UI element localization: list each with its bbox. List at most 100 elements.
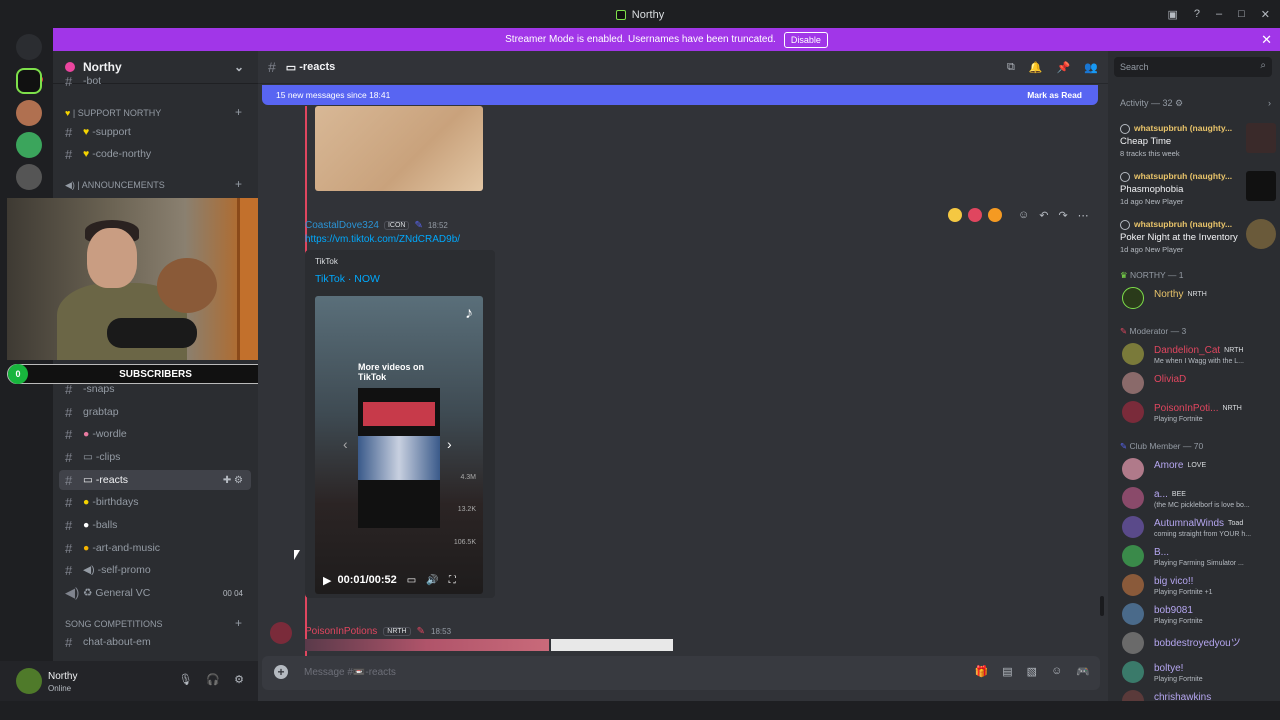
image-attachment[interactable]: [315, 106, 483, 191]
fullscreen-icon[interactable]: ⛶: [449, 575, 456, 586]
channel-birthdays[interactable]: # ● -birthdays: [59, 492, 251, 512]
member-item[interactable]: PoisonInPoti... NRTH Playing Fortnite: [1122, 401, 1280, 429]
member-item[interactable]: OliviaD: [1122, 372, 1280, 400]
channel-settings-icon[interactable]: ✚ ⚙: [223, 475, 243, 486]
activity-card[interactable]: whatsupbruh (naughty... Cheap Time 8 track…: [1120, 123, 1276, 167]
channel-reacts[interactable]: # ▭ -reacts ✚ ⚙: [59, 470, 251, 490]
heart-emoji-icon[interactable]: [968, 208, 982, 222]
message-input[interactable]: Message #📼-reacts: [304, 667, 396, 678]
chevron-right-icon[interactable]: ›: [1268, 98, 1271, 108]
microphone-icon[interactable]: 🎙: [178, 673, 192, 686]
channel-code-northy[interactable]: # ♥ -code-northy: [59, 144, 251, 164]
channel-wordle[interactable]: # ● -wordle: [59, 424, 251, 444]
sticker-icon[interactable]: ▧: [1027, 665, 1037, 678]
disable-streamer-mode-button[interactable]: Disable: [783, 31, 828, 48]
member-item[interactable]: bob9081 Playing Fortnite: [1122, 603, 1280, 631]
add-channel-icon[interactable]: +: [235, 177, 242, 191]
member-list-icon[interactable]: 👥: [1084, 61, 1098, 74]
streamer-face: [87, 228, 137, 288]
image-attachment[interactable]: [305, 639, 549, 651]
new-messages-bar[interactable]: 15 new messages since 18:41 Mark as Read: [262, 85, 1098, 105]
channel-self-promo[interactable]: # ◀) -self-promo: [59, 560, 251, 580]
channel-clips[interactable]: # ▭ -clips: [59, 447, 251, 467]
maximize-button[interactable]: □: [1238, 8, 1245, 21]
settings-icon[interactable]: ⚙: [234, 673, 244, 686]
member-item[interactable]: big vico!! Playing Fortnite +1: [1122, 574, 1280, 602]
channel-grabtap[interactable]: # grabtap: [59, 402, 251, 422]
avatar[interactable]: [16, 668, 42, 694]
message-author[interactable]: PoisonInPotions: [305, 626, 377, 637]
server-folder-icon[interactable]: [16, 164, 42, 190]
scrollbar[interactable]: [1100, 596, 1104, 616]
video-player[interactable]: ♪ More videos on TikTok ‹ › 4.3M 13.2K 1…: [315, 296, 483, 594]
mark-as-read-button[interactable]: Mark as Read: [1027, 90, 1082, 100]
chevron-left-icon[interactable]: ‹: [343, 436, 348, 452]
close-banner-icon[interactable]: ✕: [1261, 32, 1272, 48]
fire-emoji-icon[interactable]: [988, 208, 1002, 222]
more-icon[interactable]: ⋯: [1078, 209, 1089, 222]
member-item[interactable]: boltye! Playing Fortnite: [1122, 661, 1280, 689]
activity-card[interactable]: whatsupbruh (naughty... Poker Night at th…: [1120, 219, 1276, 263]
video-card[interactable]: [358, 388, 440, 528]
member-item[interactable]: AutumnalWinds Toad coming straight from YO…: [1122, 516, 1280, 544]
discord-home-icon[interactable]: [16, 34, 42, 60]
member-item[interactable]: a... BEE (the MC picklelborf is love bo...: [1122, 487, 1280, 515]
inbox-icon[interactable]: ▣: [1167, 8, 1177, 21]
reply-icon[interactable]: ↶: [1039, 209, 1048, 222]
help-icon[interactable]: ?: [1194, 8, 1200, 21]
gif-icon[interactable]: ▤: [1002, 665, 1012, 678]
image-attachments[interactable]: [305, 639, 673, 651]
search-input[interactable]: Search ⌕: [1114, 57, 1272, 77]
message-author[interactable]: CoastalDove324: [305, 220, 379, 231]
hash-icon: #: [65, 449, 73, 465]
apps-icon[interactable]: 🎮: [1076, 665, 1090, 678]
laughing-emoji-icon[interactable]: [948, 208, 962, 222]
emoji-icon[interactable]: ☺: [1051, 665, 1062, 678]
pin-icon[interactable]: 📌: [1057, 61, 1071, 74]
server-icon[interactable]: [16, 132, 42, 158]
bell-icon[interactable]: 🔔: [1029, 61, 1043, 74]
category-announcements[interactable]: ◀) | ANNOUNCEMENTS +: [65, 177, 242, 191]
channel-balls[interactable]: # ● -balls: [59, 515, 251, 535]
user-panel: Northy Online 🎙 🎧 ⚙: [0, 661, 258, 701]
forward-icon[interactable]: ↷: [1058, 209, 1067, 222]
member-item[interactable]: chrishawkins: [1122, 690, 1280, 701]
hash-icon: #: [65, 426, 73, 442]
category-song-competitions[interactable]: SONG COMPETITIONS +: [65, 616, 242, 630]
member-item[interactable]: Dandelion_Cat NRTH Me when I Wagg with the…: [1122, 343, 1280, 371]
server-icon[interactable]: [16, 100, 42, 126]
embed-title[interactable]: TikTok · NOW: [315, 273, 380, 285]
minimize-button[interactable]: –: [1216, 8, 1222, 21]
status-icon: [1120, 124, 1130, 134]
chevron-right-icon[interactable]: ›: [447, 436, 452, 452]
gift-icon[interactable]: 🎁: [975, 665, 989, 678]
member-item[interactable]: Northy NRTH: [1122, 287, 1280, 315]
add-reaction-icon[interactable]: ☺: [1018, 209, 1029, 222]
close-window-button[interactable]: ✕: [1261, 8, 1270, 21]
play-icon[interactable]: ▶: [323, 574, 331, 587]
member-item[interactable]: B... Playing Farming Simulator ...: [1122, 545, 1280, 573]
channel-bot[interactable]: # -bot: [59, 75, 251, 87]
add-channel-icon[interactable]: +: [235, 616, 242, 630]
image-attachment[interactable]: [551, 639, 673, 651]
captions-icon[interactable]: ▭: [407, 575, 416, 586]
member-item[interactable]: bobdestroyedyouツ: [1122, 632, 1280, 660]
message-link[interactable]: https://vm.tiktok.com/ZNdCRAD9b/: [305, 234, 460, 245]
category-support[interactable]: ♥ | SUPPORT NORTHY +: [65, 105, 242, 119]
add-attachment-icon[interactable]: +: [274, 665, 288, 679]
member-item[interactable]: Amore LOVE: [1122, 458, 1280, 486]
avatar[interactable]: [270, 622, 292, 644]
add-channel-icon[interactable]: +: [235, 105, 242, 119]
server-icon-northy[interactable]: [16, 68, 42, 94]
channel-chat-about-em[interactable]: # chat-about-em: [59, 632, 251, 652]
headphones-icon[interactable]: 🎧: [206, 673, 220, 686]
activity-header[interactable]: Activity — 32 ⚙ ›: [1120, 98, 1271, 109]
channel-art-and-music[interactable]: # ● -art-and-music: [59, 538, 251, 558]
hash-icon: #: [65, 540, 73, 556]
message-composer[interactable]: + Message #📼-reacts 🎁 ▤ ▧ ☺ 🎮: [262, 656, 1100, 690]
channel-support[interactable]: # ♥ -support: [59, 122, 251, 142]
volume-icon[interactable]: 🔊: [426, 575, 438, 586]
threads-icon[interactable]: ⧉: [1007, 61, 1015, 74]
voice-channel-general[interactable]: ◀) ♻ General VC 00 04: [59, 583, 251, 603]
activity-card[interactable]: whatsupbruh (naughty... Phasmophobia 1d ag…: [1120, 171, 1276, 215]
